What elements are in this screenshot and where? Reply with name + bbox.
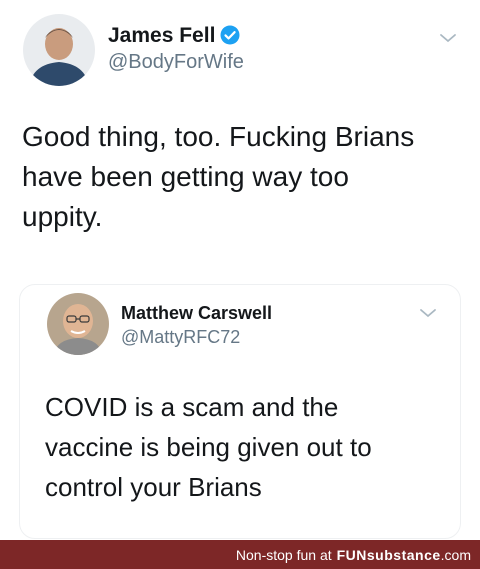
chevron-down-icon[interactable] <box>439 32 457 44</box>
quoted-tweet-text-line: vaccine is being given out to <box>45 432 372 462</box>
quoted-tweet-text: COVID is a scam and the vaccine is being… <box>45 387 372 507</box>
footer-domain-suffix: .com <box>440 546 471 563</box>
watermark-footer: Non-stop fun at FUNsubstance.com <box>0 540 480 569</box>
author-name[interactable]: James Fell <box>108 24 215 48</box>
quoted-tweet-text-line: COVID is a scam and the <box>45 392 339 422</box>
quoted-author-name[interactable]: Matthew Carswell <box>121 303 272 324</box>
verified-badge-icon <box>220 25 240 45</box>
footer-brand: FUNsubstance.com <box>337 547 471 563</box>
footer-tagline: Non-stop fun at <box>235 546 332 563</box>
tweet-text-line: Good thing, too. Fucking Brians <box>22 121 415 152</box>
quoted-tweet-text-line: control your Brians <box>45 472 262 502</box>
avatar[interactable] <box>47 293 109 355</box>
tweet-text-line: have been getting way too <box>22 161 349 192</box>
tweet-text: Good thing, too. Fucking Brians have bee… <box>22 117 414 237</box>
avatar[interactable] <box>23 14 95 86</box>
quoted-author-handle[interactable]: @MattyRFC72 <box>121 327 240 348</box>
chevron-down-icon[interactable] <box>419 307 437 319</box>
footer-brand-name: FUNsubstance <box>336 546 441 563</box>
author-handle[interactable]: @BodyForWife <box>108 51 244 74</box>
tweet-text-line: uppity. <box>22 201 103 232</box>
